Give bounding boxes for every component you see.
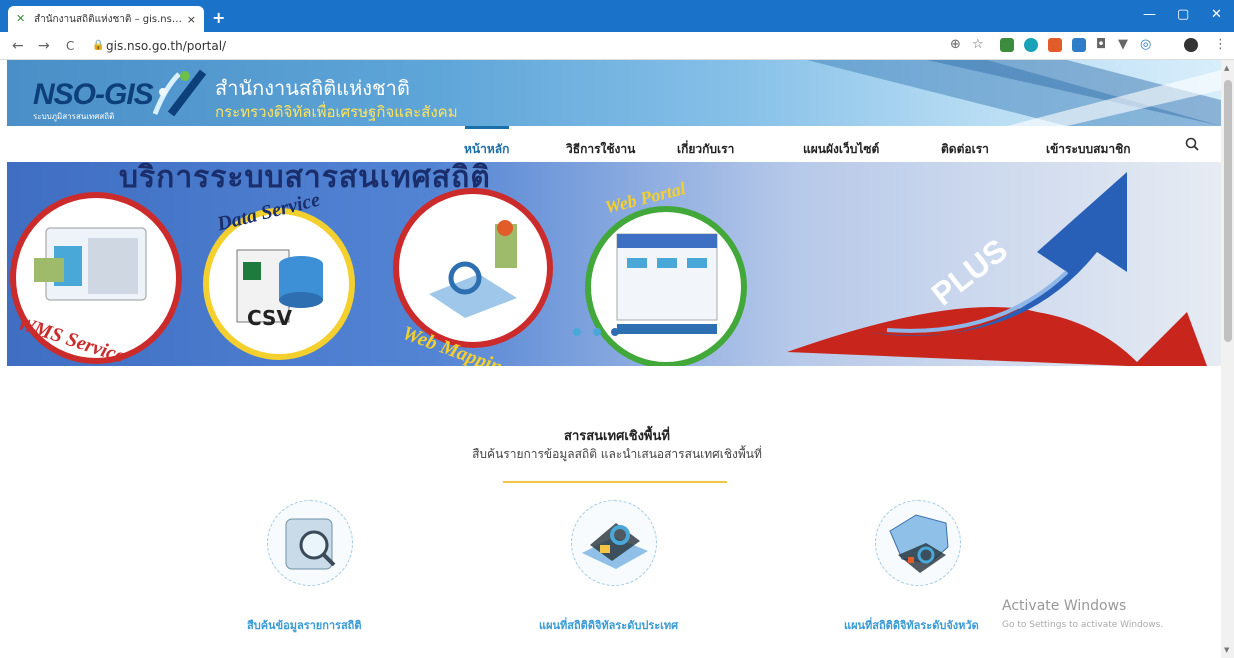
web-portal-circle[interactable] bbox=[585, 206, 747, 366]
map-phone-icon[interactable] bbox=[571, 500, 657, 586]
profile-avatar-icon[interactable] bbox=[1184, 38, 1198, 52]
csv-label: CSV bbox=[247, 306, 292, 330]
main-navigation: หน้าหลัก วิธีการใช้งาน เกี่ยวกับเรา แผนผ… bbox=[7, 126, 1221, 162]
new-tab-button[interactable]: + bbox=[212, 8, 225, 27]
scroll-down-icon[interactable]: ▼ bbox=[1224, 646, 1229, 654]
browser-tab-bar: ✕ สำนักงานสถิติแห่งชาติ – gis.nso : ภูมิ… bbox=[0, 0, 1234, 32]
back-button[interactable]: ← bbox=[12, 38, 24, 54]
add-icon[interactable]: ⊕ bbox=[950, 37, 961, 52]
search-icon[interactable] bbox=[1185, 137, 1199, 155]
province-map-icon[interactable] bbox=[875, 500, 961, 586]
nav-how-to-use[interactable]: วิธีการใช้งาน bbox=[566, 140, 635, 159]
scroll-up-icon[interactable]: ▲ bbox=[1224, 64, 1229, 72]
url-field[interactable]: gis.nso.go.th/portal/ bbox=[106, 39, 226, 53]
logo-emblem-icon bbox=[152, 69, 207, 117]
nav-sitemap[interactable]: แผนผังเว็บไซต์ bbox=[803, 140, 879, 159]
site-logo[interactable]: NSO-GIS bbox=[33, 78, 154, 112]
nav-home[interactable]: หน้าหลัก bbox=[464, 140, 509, 159]
section-subtitle: สืบค้นรายการข้อมูลสถิติ และนำเสนอสารสนเท… bbox=[472, 447, 762, 461]
nav-contact[interactable]: ติดต่อเรา bbox=[941, 140, 989, 159]
activate-windows-hint: Go to Settings to activate Windows. bbox=[1002, 620, 1164, 630]
star-icon[interactable]: ☆ bbox=[972, 37, 984, 52]
tab-title: สำนักงานสถิติแห่งชาติ – gis.nso : ภูมิ bbox=[34, 13, 183, 25]
site-header: NSO-GIS ระบบภูมิสารสนเทศสถิติ สำนักงานสถ… bbox=[7, 60, 1221, 126]
csv-database-icon bbox=[236, 249, 323, 323]
portal-screen-icon bbox=[616, 233, 718, 334]
vpn-icon[interactable]: ▼ bbox=[1118, 37, 1128, 52]
nav-member-login[interactable]: เข้าระบบสมาชิก bbox=[1046, 140, 1131, 159]
search-database-icon[interactable] bbox=[267, 500, 353, 586]
card-label-search[interactable]: สืบค้นข้อมูลรายการสถิติ bbox=[247, 616, 362, 634]
extension-icon[interactable] bbox=[1072, 38, 1086, 52]
card-label-province-map[interactable]: แผนที่สถิติดิจิทัลระดับจังหวัด bbox=[844, 616, 979, 634]
lock-icon[interactable]: 🔒 bbox=[92, 40, 104, 51]
hero-banner[interactable]: บริการระบบสารสนเทศสถิติ WMS Service CSV … bbox=[7, 162, 1221, 366]
browser-tab[interactable]: ✕ สำนักงานสถิติแห่งชาติ – gis.nso : ภูมิ… bbox=[8, 6, 204, 32]
menu-icon[interactable]: ⋮ bbox=[1214, 37, 1227, 52]
extension-icon[interactable] bbox=[1000, 38, 1014, 52]
extension-icon[interactable] bbox=[1048, 38, 1062, 52]
extension-icon[interactable] bbox=[1024, 38, 1038, 52]
nav-about[interactable]: เกี่ยวกับเรา bbox=[677, 140, 734, 159]
logo-subtitle: ระบบภูมิสารสนเทศสถิติ bbox=[33, 112, 115, 121]
web-mapping-circle[interactable] bbox=[393, 188, 553, 348]
slider-dot[interactable] bbox=[611, 328, 619, 336]
map-phone-icon bbox=[429, 220, 517, 318]
scroll-thumb[interactable] bbox=[1224, 80, 1232, 342]
header-decoration bbox=[807, 60, 1221, 126]
section-divider bbox=[503, 481, 727, 483]
close-window-button[interactable]: ✕ bbox=[1211, 7, 1222, 22]
section-title: สารสนเทศเชิงพื้นที่ bbox=[564, 429, 670, 444]
minimize-button[interactable]: — bbox=[1143, 7, 1156, 22]
tab-close-icon[interactable]: × bbox=[187, 13, 196, 26]
page-scrollbar[interactable]: ▲ ▼ bbox=[1221, 60, 1234, 658]
slider-dot[interactable] bbox=[593, 328, 601, 336]
active-nav-indicator bbox=[465, 126, 509, 129]
forward-button[interactable]: → bbox=[38, 38, 50, 54]
site-favicon-icon: ✕ bbox=[16, 12, 26, 25]
slider-dot[interactable] bbox=[573, 328, 581, 336]
card-label-country-map[interactable]: แผนที่สถิติดิจิทัลระดับประเทศ bbox=[539, 616, 678, 634]
activate-windows-title: Activate Windows bbox=[1002, 598, 1127, 614]
camera-icon[interactable]: ◘ bbox=[1096, 37, 1106, 52]
reload-button[interactable]: C bbox=[66, 39, 74, 53]
ministry-name: กระทรวงดิจิทัลเพื่อเศรษฐกิจและสังคม bbox=[215, 103, 458, 121]
extension-icon[interactable]: ◎ bbox=[1140, 37, 1151, 52]
maximize-button[interactable]: ▢ bbox=[1177, 7, 1189, 22]
address-bar: ← → C 🔒 gis.nso.go.th/portal/ ⊕ ☆ ◘ ▼ ◎ … bbox=[0, 32, 1234, 60]
